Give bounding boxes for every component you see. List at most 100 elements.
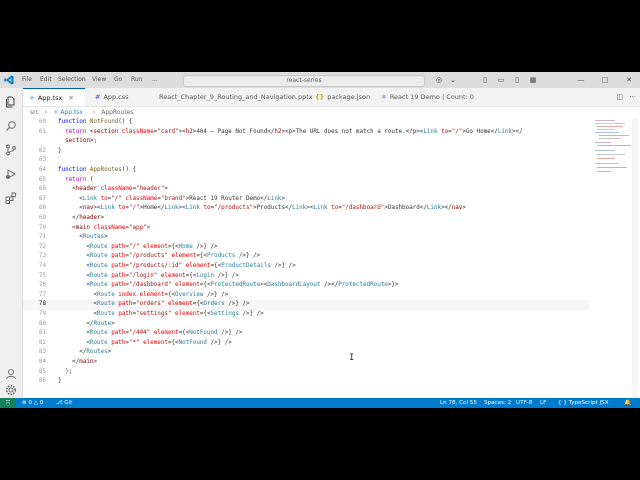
code-line[interactable]: 75 <Route path="/login" element={<Login … xyxy=(23,272,589,282)
extensions-icon[interactable] xyxy=(5,192,17,204)
breadcrumb-symbol[interactable]: AppRoutes xyxy=(101,109,133,116)
code-token: Link xyxy=(100,205,119,212)
code-token: main xyxy=(75,224,94,231)
language-mode[interactable]: { } TypeScript JSX xyxy=(558,398,609,408)
maximize-button[interactable]: □ xyxy=(598,72,612,88)
minimize-button[interactable]: — xyxy=(574,72,588,88)
code-line[interactable]: 84 </main> xyxy=(23,358,589,368)
code-line[interactable]: 85 ); xyxy=(23,368,589,378)
toggle-secondary-sidebar-icon[interactable]: ▯ xyxy=(510,72,524,88)
code-line[interactable]: 77 <Route index element={<Overview />} /… xyxy=(23,291,589,301)
minimap[interactable] xyxy=(593,118,631,178)
layout-icon[interactable]: ▦ xyxy=(526,72,540,88)
code-line[interactable]: 86} xyxy=(23,377,589,387)
code-token: nav xyxy=(82,205,94,212)
run-debug-icon[interactable] xyxy=(5,168,17,180)
tab-app-tsx[interactable]: ⚛ App.tsx ✕ xyxy=(23,88,85,106)
code-token: > xyxy=(146,224,151,231)
code-line[interactable]: 71 <Routes> xyxy=(23,233,589,243)
split-editor-icon[interactable]: ◫ xyxy=(616,93,623,101)
close-button[interactable]: ✕ xyxy=(622,72,636,88)
code-line[interactable]: 60 function NotFound() { xyxy=(23,118,589,128)
menu-more[interactable]: ... xyxy=(152,72,158,88)
line-code: <Route path="/" element={<Home />} /> xyxy=(58,243,217,253)
code-token: element xyxy=(167,301,193,308)
code-line[interactable]: 73 <Route path="/products" element={<Pro… xyxy=(23,252,589,262)
line-number: 60 xyxy=(38,119,46,125)
code-token: className xyxy=(100,186,133,193)
menu-run[interactable]: Run xyxy=(131,72,143,88)
code-token: ></ xyxy=(441,205,452,212)
code-token: return xyxy=(58,128,90,135)
line-ending[interactable]: LF xyxy=(540,398,546,408)
settings-gear-icon[interactable] xyxy=(5,384,17,396)
code-token: ={< xyxy=(167,339,179,346)
code-line[interactable]: 67 <Link to="/" className="brand">React … xyxy=(23,195,589,205)
menu-go[interactable]: Go xyxy=(114,72,122,88)
code-line[interactable]: 82 <Route path="*" element={<NotFound />… xyxy=(23,339,589,349)
code-line[interactable]: 80 </Route> xyxy=(23,320,589,330)
code-line[interactable]: 70 <main className="app"> xyxy=(23,224,589,234)
code-line[interactable]: 81 <Route path="/404" element={<NotFound… xyxy=(23,329,589,339)
code-line[interactable]: 83 </Routes> xyxy=(23,348,589,358)
code-line[interactable]: 69 </header> xyxy=(23,214,589,224)
code-token: >}> xyxy=(387,282,399,289)
code-line[interactable]: 62} xyxy=(23,147,589,157)
menu-edit[interactable]: Edit xyxy=(40,72,52,88)
command-center-search[interactable]: react-series xyxy=(183,75,425,87)
code-line[interactable]: 74 <Route path="/products/:id" element={… xyxy=(23,262,589,272)
code-line[interactable]: 64 function AppRoutes() { xyxy=(23,166,589,176)
code-token: "/products/:id" xyxy=(128,263,186,269)
code-line[interactable]: 76 <Route path="/dashboard" element={<Pr… xyxy=(23,281,589,291)
tab-pptx[interactable]: React_Chapter_9_Routing_and_Navigation.p… xyxy=(153,88,313,106)
indentation[interactable]: Spaces: 2 xyxy=(484,398,511,408)
code-token: < xyxy=(58,243,90,250)
toggle-panel-icon[interactable]: ▭ xyxy=(494,72,508,88)
code-line[interactable]: 65 return ( xyxy=(23,176,589,186)
code-editor[interactable]: 60 function NotFound() {61 return <sectio… xyxy=(23,118,589,398)
git-branch[interactable]: ⎇ Git xyxy=(56,398,72,408)
code-line[interactable]: 78 <Route path="orders" element={<Orders… xyxy=(23,300,589,310)
remote-indicator[interactable]: ⤧ xyxy=(0,398,16,408)
tab-app-css[interactable]: # App.css xyxy=(89,88,149,106)
code-line[interactable]: section>; xyxy=(23,137,589,147)
code-token: < xyxy=(58,195,83,202)
code-line[interactable]: 68 <nav><Link to="/">Home</Link><Link to… xyxy=(23,204,589,214)
menu-selection[interactable]: Selection xyxy=(58,72,86,88)
encoding[interactable]: UTF-8 xyxy=(516,398,532,408)
tab-package-json[interactable]: {} package.json xyxy=(309,88,371,106)
code-line[interactable]: 63 xyxy=(23,156,589,166)
line-code: <Route path="/404" element={<NotFound />… xyxy=(58,329,242,339)
code-line[interactable]: 79 <Route path="settings" element={<Sett… xyxy=(23,310,589,320)
code-token: "/dashboard" xyxy=(128,282,176,289)
notifications-icon[interactable]: 🔔 xyxy=(624,398,631,408)
toggle-sidebar-icon[interactable]: ▯ xyxy=(478,72,492,88)
code-line[interactable]: 61 return <section className="card"><h2>… xyxy=(23,128,589,138)
breadcrumb-file[interactable]: ⚛ App.tsx xyxy=(53,109,87,116)
line-code: <Link to="/" className="brand">React 19 … xyxy=(58,195,285,205)
line-code: ); xyxy=(58,368,72,378)
breadcrumb-folder[interactable]: src xyxy=(30,109,39,116)
line-code: </Routes> xyxy=(58,348,111,358)
close-tab-icon[interactable]: ✕ xyxy=(68,94,73,102)
search-icon[interactable] xyxy=(5,120,17,132)
account-icon[interactable] xyxy=(5,368,17,380)
line-code: <main className="app"> xyxy=(58,224,150,234)
more-actions-icon[interactable]: ··· xyxy=(629,93,636,101)
copilot-icon[interactable]: ◎ xyxy=(432,72,446,88)
code-token: < xyxy=(58,282,90,289)
menu-file[interactable]: File xyxy=(22,72,32,88)
explorer-icon[interactable] xyxy=(5,96,17,108)
menu-view[interactable]: View xyxy=(92,72,106,88)
problems-indicator[interactable]: ⊗ 0 △ 0 xyxy=(22,398,43,408)
cursor-position[interactable]: Ln 78, Col 55 xyxy=(440,398,477,408)
css-icon: # xyxy=(95,93,101,101)
source-control-icon[interactable] xyxy=(5,144,17,156)
vertical-scrollbar[interactable] xyxy=(632,118,638,398)
tab-react-preview[interactable]: ⚛ React 19 Demo | Count: 0 xyxy=(375,88,485,106)
code-line[interactable]: 72 <Route path="/" element={<Home />} /> xyxy=(23,243,589,253)
chevron-down-icon[interactable]: ⌄ xyxy=(446,72,460,88)
code-line[interactable]: 66 <header className="header"> xyxy=(23,185,589,195)
code-token: to xyxy=(100,195,108,202)
breadcrumb-file-label: App.tsx xyxy=(60,109,83,116)
